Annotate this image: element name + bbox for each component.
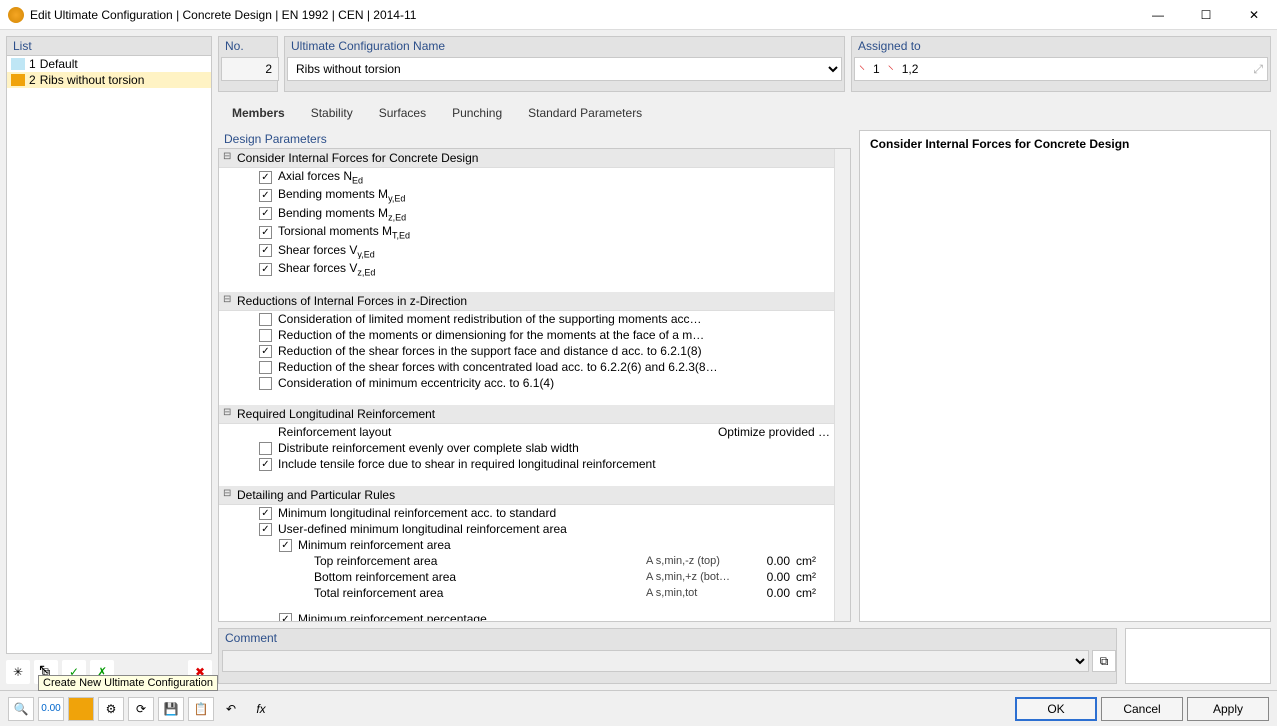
filter-button[interactable]: ⚙ xyxy=(98,697,124,721)
list-item-default[interactable]: 1 Default xyxy=(7,56,211,72)
min-percentage[interactable]: Minimum reinforcement percentage xyxy=(219,611,834,621)
checkbox[interactable] xyxy=(259,345,272,358)
checkbox[interactable] xyxy=(259,207,272,220)
param-item[interactable]: Axial forces NEd xyxy=(219,168,834,186)
param-item[interactable]: Minimum longitudinal reinforcement acc. … xyxy=(219,505,834,521)
list-item-ribs[interactable]: 2 Ribs without torsion xyxy=(7,72,211,88)
value-row[interactable]: Total reinforcement areaA s,min,tot0.00c… xyxy=(219,585,834,601)
group-internal-forces[interactable]: Consider Internal Forces for Concrete De… xyxy=(219,149,834,168)
value-row[interactable]: Bottom reinforcement areaA s,min,+z (bot… xyxy=(219,569,834,585)
param-item[interactable]: Shear forces Vz,Ed xyxy=(219,260,834,278)
fn3-button[interactable]: 📋 xyxy=(188,697,214,721)
pick-icon[interactable]: ⤢ xyxy=(1253,62,1263,77)
color-button[interactable] xyxy=(68,697,94,721)
comment-field: Comment ⧉ xyxy=(218,628,1117,684)
new-button[interactable]: ✳ xyxy=(6,660,30,684)
param-item[interactable]: Bending moments My,Ed xyxy=(219,186,834,204)
info-heading: Consider Internal Forces for Concrete De… xyxy=(870,137,1260,151)
no-input[interactable] xyxy=(221,57,279,81)
assigned-field: Assigned to ⸌1 ⸌1,2 ⤢ xyxy=(851,36,1271,92)
rib-icon: ⸌ xyxy=(888,61,894,78)
fn2-button[interactable]: 💾 xyxy=(158,697,184,721)
tab-surfaces[interactable]: Surfaces xyxy=(373,102,432,124)
tab-punching[interactable]: Punching xyxy=(446,102,508,124)
checkbox[interactable] xyxy=(259,377,272,390)
params-header: Design Parameters xyxy=(218,130,851,148)
tab-members[interactable]: Members xyxy=(226,102,291,124)
param-item[interactable]: Consideration of minimum eccentricity ac… xyxy=(219,375,834,391)
checkbox[interactable] xyxy=(259,263,272,276)
assigned-input[interactable]: ⸌1 ⸌1,2 ⤢ xyxy=(854,57,1268,81)
units-button[interactable]: 0.00 xyxy=(38,697,64,721)
name-select[interactable]: Ribs without torsion xyxy=(287,57,842,81)
value-row[interactable]: Top reinforcement areaA s,min,-z (top)0.… xyxy=(219,553,834,569)
group-reductions[interactable]: Reductions of Internal Forces in z-Direc… xyxy=(219,292,834,311)
app-icon xyxy=(8,7,24,23)
left-panel: List 1 Default 2 Ribs without torsion ✳ … xyxy=(6,36,212,684)
param-item[interactable]: Consideration of limited moment redistri… xyxy=(219,311,834,327)
scrollbar[interactable] xyxy=(834,149,850,621)
ok-button[interactable]: OK xyxy=(1015,697,1097,721)
fn1-button[interactable]: ⟳ xyxy=(128,697,154,721)
member-icon: ⸌ xyxy=(859,61,865,78)
param-item[interactable]: Torsional moments MT,Ed xyxy=(219,223,834,241)
checkbox[interactable] xyxy=(259,329,272,342)
cancel-button[interactable]: Cancel xyxy=(1101,697,1183,721)
tab-bar: Members Stability Surfaces Punching Stan… xyxy=(218,98,1271,124)
undo-button[interactable]: ↶ xyxy=(218,697,244,721)
checkbox[interactable] xyxy=(259,442,272,455)
comment-select[interactable] xyxy=(222,650,1089,672)
info-pane: Consider Internal Forces for Concrete De… xyxy=(859,130,1271,622)
color-swatch xyxy=(11,58,25,70)
param-item[interactable]: Bending moments Mz,Ed xyxy=(219,205,834,223)
tab-standard[interactable]: Standard Parameters xyxy=(522,102,648,124)
param-item[interactable]: Distribute reinforcement evenly over com… xyxy=(219,440,834,456)
comment-extra-button[interactable]: ⧉ xyxy=(1092,650,1116,672)
checkbox[interactable] xyxy=(259,226,272,239)
apply-button[interactable]: Apply xyxy=(1187,697,1269,721)
list-header: List xyxy=(6,36,212,56)
tooltip: Create New Ultimate Configuration xyxy=(38,675,218,691)
checkbox[interactable] xyxy=(259,171,272,184)
fx-button[interactable]: fx xyxy=(248,697,274,721)
tab-stability[interactable]: Stability xyxy=(305,102,359,124)
window-title: Edit Ultimate Configuration | Concrete D… xyxy=(30,8,1143,22)
color-swatch xyxy=(11,74,25,86)
group-longitudinal[interactable]: Required Longitudinal Reinforcement xyxy=(219,405,834,424)
checkbox[interactable] xyxy=(259,189,272,202)
param-item[interactable]: Reduction of the shear forces with conce… xyxy=(219,359,834,375)
footer-bar: 🔍 0.00 ⚙ ⟳ 💾 📋 ↶ fx OK Cancel Apply xyxy=(0,690,1277,726)
param-item[interactable]: Reduction of the moments or dimensioning… xyxy=(219,327,834,343)
checkbox[interactable] xyxy=(279,613,292,621)
checkbox[interactable] xyxy=(279,539,292,552)
checkbox[interactable] xyxy=(259,458,272,471)
preview-pane xyxy=(1125,628,1271,684)
param-item[interactable]: Reduction of the shear forces in the sup… xyxy=(219,343,834,359)
param-item[interactable]: User-defined minimum longitudinal reinfo… xyxy=(219,521,834,537)
group-detailing[interactable]: Detailing and Particular Rules xyxy=(219,486,834,505)
parameter-tree[interactable]: Consider Internal Forces for Concrete De… xyxy=(219,149,834,621)
reinforcement-layout-row[interactable]: Reinforcement layout Optimize provided … xyxy=(219,424,834,440)
close-button[interactable]: ✕ xyxy=(1239,4,1269,26)
checkbox[interactable] xyxy=(259,313,272,326)
config-list[interactable]: 1 Default 2 Ribs without torsion xyxy=(6,56,212,654)
min-area-head[interactable]: Minimum reinforcement area xyxy=(219,537,834,553)
minimize-button[interactable]: — xyxy=(1143,4,1173,26)
param-item[interactable]: Include tensile force due to shear in re… xyxy=(219,456,834,472)
checkbox[interactable] xyxy=(259,244,272,257)
help-button[interactable]: 🔍 xyxy=(8,697,34,721)
checkbox[interactable] xyxy=(259,361,272,374)
name-field: Ultimate Configuration Name Ribs without… xyxy=(284,36,845,92)
checkbox[interactable] xyxy=(259,507,272,520)
no-field: No. xyxy=(218,36,278,92)
checkbox[interactable] xyxy=(259,523,272,536)
maximize-button[interactable]: ☐ xyxy=(1191,4,1221,26)
titlebar: Edit Ultimate Configuration | Concrete D… xyxy=(0,0,1277,30)
param-item[interactable]: Shear forces Vy,Ed xyxy=(219,242,834,260)
